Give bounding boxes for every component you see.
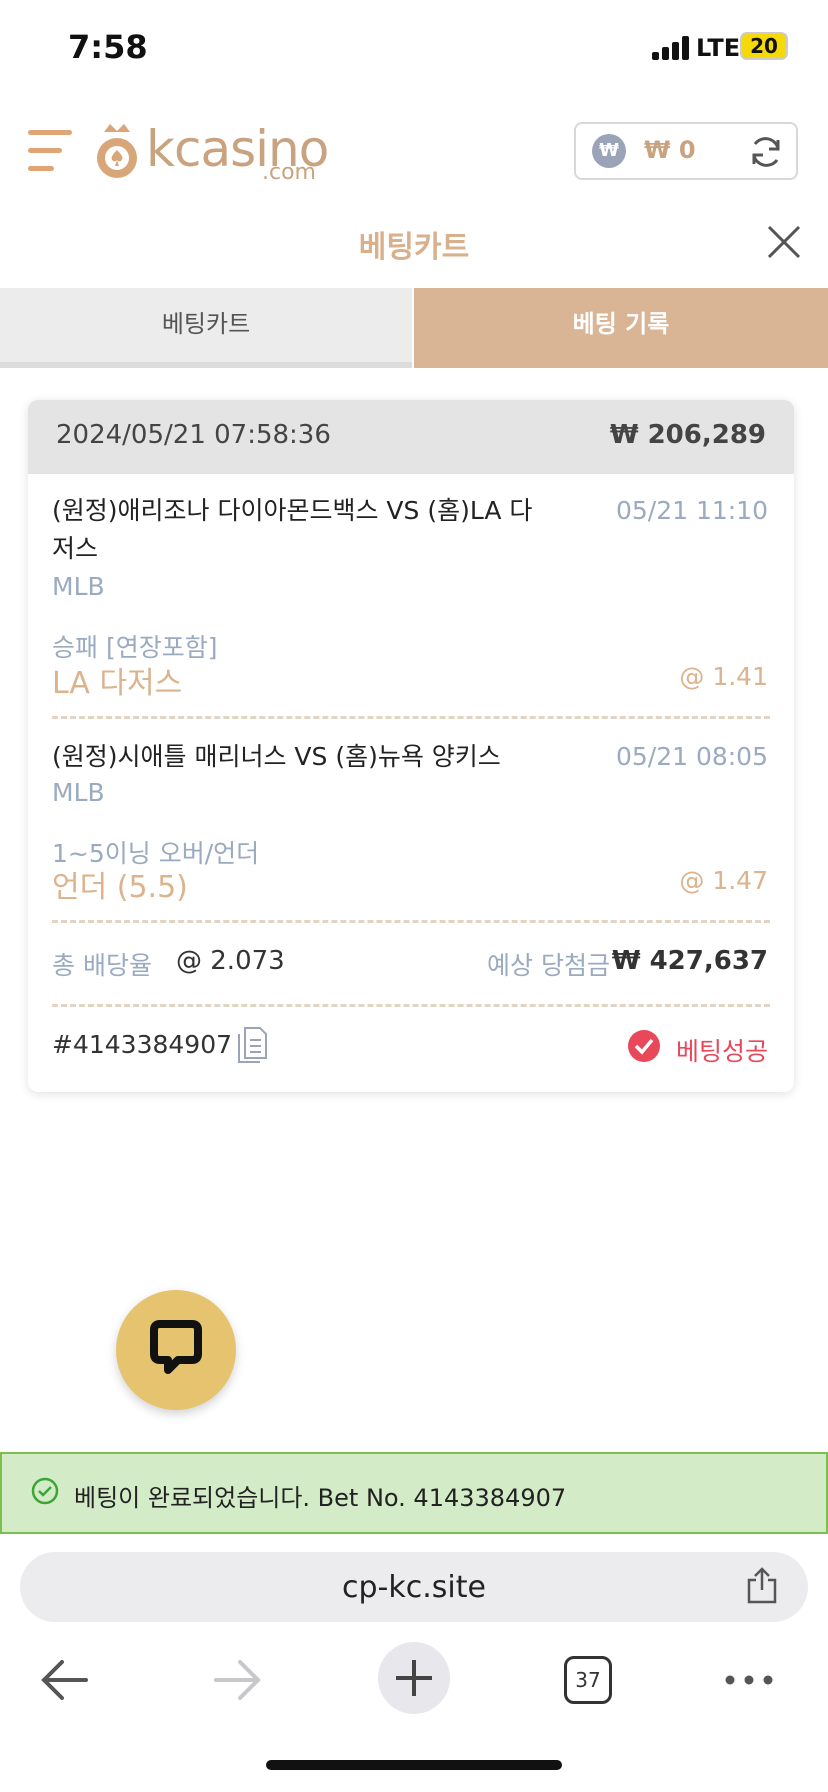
new-tab-button[interactable] xyxy=(378,1642,450,1714)
match-time: 05/21 08:05 xyxy=(615,742,768,771)
expected-win-label: 예상 당첨금 xyxy=(487,951,610,980)
refresh-icon[interactable] xyxy=(748,134,784,170)
won-icon: ₩ xyxy=(592,134,626,168)
balance-value: ₩ 0 xyxy=(644,136,696,164)
logo-chip-icon xyxy=(97,124,137,178)
kcasino-logo[interactable]: kcasino .com xyxy=(94,118,329,186)
divider xyxy=(52,1004,770,1007)
league-label: MLB xyxy=(52,572,105,601)
tab-betting-cart[interactable]: 베팅카트 xyxy=(0,288,412,368)
match-time: 05/21 11:10 xyxy=(615,496,768,525)
match-title-line: 저스 xyxy=(52,534,99,563)
share-icon[interactable] xyxy=(744,1566,780,1606)
home-indicator xyxy=(266,1760,562,1770)
pick-label: 언더 (5.5) xyxy=(52,870,188,905)
total-odds-label: 총 배당율 xyxy=(52,951,152,980)
tabs-button[interactable]: 37 xyxy=(564,1656,612,1704)
back-icon[interactable] xyxy=(38,1640,92,1720)
chat-icon xyxy=(150,1320,202,1374)
divider xyxy=(52,920,770,923)
odds-value: @ 1.41 xyxy=(679,662,768,691)
divider xyxy=(52,716,770,719)
match-title-line: (원정)애리조나 다이아몬드백스 VS (홈)LA 다 xyxy=(52,496,533,525)
bet-amount: ₩ 206,289 xyxy=(609,420,766,450)
more-icon[interactable] xyxy=(724,1640,774,1720)
toast-message: 베팅이 완료되었습니다. Bet No. 4143384907 xyxy=(74,1484,567,1512)
menu-icon[interactable] xyxy=(28,128,72,174)
status-time: 7:58 xyxy=(68,28,148,66)
tab-betting-history[interactable]: 베팅 기록 xyxy=(414,288,828,368)
league-label: MLB xyxy=(52,778,105,807)
match-title: (원정)애리조나 다이아몬드백스 VS (홈)LA 다 저스 xyxy=(52,492,552,568)
expected-win-value: ₩ 427,637 xyxy=(611,946,768,976)
match-title: (원정)시애틀 매리너스 VS (홈)뉴욕 양키스 xyxy=(52,742,501,771)
wallet-balance[interactable]: ₩ ₩ 0 xyxy=(574,122,798,180)
total-odds-value: @ 2.073 xyxy=(176,946,285,976)
copy-icon[interactable] xyxy=(236,1024,268,1064)
pick-label: LA 다저스 xyxy=(52,666,183,701)
check-circle-icon xyxy=(31,1477,59,1505)
forward-icon[interactable] xyxy=(210,1640,264,1720)
chat-button[interactable] xyxy=(116,1290,236,1410)
success-toast: 베팅이 완료되었습니다. Bet No. 4143384907 xyxy=(0,1452,828,1534)
bet-datetime: 2024/05/21 07:58:36 xyxy=(56,420,331,450)
status-bar: 7:58 LTE 20 xyxy=(0,0,828,100)
battery-icon: 20 xyxy=(740,32,788,60)
card-header: 2024/05/21 07:58:36 ₩ 206,289 xyxy=(28,400,794,474)
bet-number: #4143384907 xyxy=(52,1030,233,1059)
address-bar[interactable]: cp-kc.site xyxy=(20,1552,808,1622)
signal-icon xyxy=(652,36,690,60)
odds-value: @ 1.47 xyxy=(679,866,768,895)
bet-history-card: 2024/05/21 07:58:36 ₩ 206,289 (원정)애리조나 다… xyxy=(28,400,794,1092)
plus-icon xyxy=(396,1660,432,1696)
check-circle-icon xyxy=(628,1030,660,1062)
close-icon[interactable] xyxy=(766,224,802,260)
page-title: 베팅카트 xyxy=(358,230,470,265)
url-text: cp-kc.site xyxy=(342,1570,486,1605)
logo-sub: .com xyxy=(262,160,316,185)
network-label: LTE xyxy=(696,34,741,62)
bet-status: 베팅성공 xyxy=(675,1037,768,1066)
